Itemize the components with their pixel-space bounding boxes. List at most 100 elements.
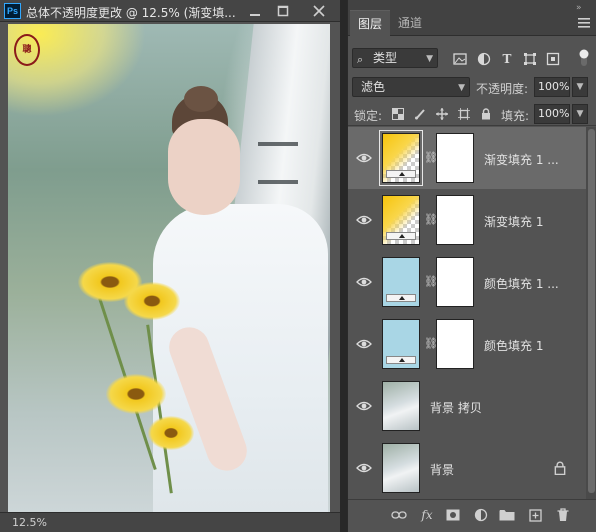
zoom-level[interactable]: 12.5%: [12, 516, 47, 529]
fx-icon[interactable]: fx: [418, 506, 436, 524]
gradient-fill-thumbnail[interactable]: [382, 195, 420, 245]
eye-icon[interactable]: [356, 400, 372, 412]
filter-kind-label: 类型: [373, 51, 398, 65]
blend-mode-row: 滤色 ▼ 不透明度: 100% ▼: [348, 74, 596, 100]
close-button[interactable]: [306, 1, 332, 21]
document-canvas[interactable]: 聰: [8, 24, 330, 512]
fill-slider-button[interactable]: ▼: [572, 104, 588, 124]
layer-filter-row: ⌕ 类型 ▼ T: [348, 44, 596, 72]
layer-name[interactable]: 背景: [430, 461, 454, 478]
opacity-slider-button[interactable]: ▼: [572, 77, 588, 97]
document-statusbar: 12.5%: [0, 512, 340, 532]
layer-mask-thumbnail[interactable]: [436, 319, 474, 369]
eye-icon[interactable]: [356, 152, 372, 164]
maximize-icon: [277, 5, 289, 17]
color-fill-thumbnail[interactable]: [382, 319, 420, 369]
scrollbar-thumb[interactable]: [588, 129, 595, 493]
chain-link-icon[interactable]: ⛓: [424, 213, 438, 227]
chevron-down-icon: ▼: [426, 54, 433, 64]
photo-layer-thumbnail[interactable]: [382, 381, 420, 431]
delete-layer-icon[interactable]: [554, 506, 572, 524]
lock-transparency-icon[interactable]: [390, 106, 406, 122]
tab-layers[interactable]: 图层: [350, 10, 391, 36]
layer-name[interactable]: 颜色填充 1 ...: [484, 275, 559, 292]
fill-type-bar: [386, 170, 416, 178]
fill-type-bar: [386, 294, 416, 302]
eye-icon[interactable]: [356, 462, 372, 474]
minimize-button[interactable]: [242, 1, 268, 21]
new-layer-icon[interactable]: [526, 506, 544, 524]
layers-panel-footer: fx: [348, 499, 596, 532]
layer-row[interactable]: 背景: [348, 437, 586, 500]
eye-icon[interactable]: [356, 276, 372, 288]
lock-all-icon[interactable]: [478, 106, 494, 122]
chain-link-icon[interactable]: ⛓: [424, 275, 438, 289]
opacity-field[interactable]: 100%: [534, 77, 570, 97]
layer-name[interactable]: 颜色填充 1: [484, 337, 543, 354]
eye-icon[interactable]: [356, 338, 372, 350]
layer-name[interactable]: 渐变填充 1 ...: [484, 151, 559, 168]
fill-field[interactable]: 100%: [534, 104, 570, 124]
layer-row[interactable]: ⛓ 渐变填充 1: [348, 189, 586, 252]
blend-mode-value: 滤色: [361, 80, 386, 94]
tab-channels[interactable]: 通道: [390, 10, 430, 36]
close-icon: [313, 5, 325, 17]
layer-mask-thumbnail[interactable]: [436, 195, 474, 245]
image-filter-icon[interactable]: [452, 51, 468, 67]
adjustment-layer-icon[interactable]: [472, 506, 490, 524]
layer-name[interactable]: 渐变填充 1: [484, 213, 543, 230]
photo-subject-hair-bun: [184, 86, 218, 112]
adjustment-filter-icon[interactable]: [476, 51, 492, 67]
photoshop-logo: Ps: [4, 3, 21, 19]
layer-row[interactable]: ⛓ 渐变填充 1 ...: [348, 127, 586, 190]
sunflower: [106, 374, 166, 414]
document-window: Ps 总体不透明度更改 @ 12.5% (渐变填... 聰 12.5%: [0, 0, 340, 532]
maximize-button[interactable]: [270, 1, 296, 21]
layer-mask-thumbnail[interactable]: [436, 257, 474, 307]
filter-kind-select[interactable]: ⌕ 类型 ▼: [352, 48, 438, 68]
layers-panel: » 图层 通道 ⌕ 类型 ▼ T 滤色 ▼ 不透明度: 100% ▼ 锁定: 填…: [347, 0, 596, 532]
fill-type-bar: [386, 232, 416, 240]
lock-position-icon[interactable]: [434, 106, 450, 122]
document-titlebar[interactable]: Ps 总体不透明度更改 @ 12.5% (渐变填...: [0, 0, 340, 22]
lock-label: 锁定:: [354, 109, 383, 123]
layer-mask-thumbnail[interactable]: [436, 133, 474, 183]
fill-label: 填充:: [501, 109, 530, 123]
link-layers-icon[interactable]: [390, 506, 408, 524]
lock-icon[interactable]: [554, 461, 566, 475]
document-title: 总体不透明度更改 @ 12.5% (渐变填...: [26, 6, 236, 20]
smart-object-filter-icon[interactable]: [545, 51, 561, 67]
color-fill-thumbnail[interactable]: [382, 257, 420, 307]
panel-tab-bar: » 图层 通道: [348, 0, 596, 36]
new-group-icon[interactable]: [498, 506, 516, 524]
chain-link-icon[interactable]: ⛓: [424, 337, 438, 351]
type-filter-icon[interactable]: T: [499, 51, 515, 67]
photo-layer-thumbnail[interactable]: [382, 443, 420, 493]
photo-subject-face: [168, 119, 240, 215]
chain-link-icon[interactable]: ⛓: [424, 151, 438, 165]
minimize-icon: [250, 14, 260, 16]
gradient-fill-thumbnail[interactable]: [379, 130, 423, 186]
lock-pixels-icon[interactable]: [412, 106, 428, 122]
sunflower: [124, 282, 180, 320]
lock-row: 锁定: 填充: 100% ▼: [348, 102, 596, 126]
layer-row[interactable]: ⛓ 颜色填充 1 ...: [348, 251, 586, 314]
layers-scrollbar[interactable]: [586, 127, 596, 499]
panel-menu-icon[interactable]: [578, 18, 590, 28]
layer-row[interactable]: ⛓ 颜色填充 1: [348, 313, 586, 376]
shape-filter-icon[interactable]: [522, 51, 538, 67]
opacity-label: 不透明度:: [476, 82, 529, 96]
search-icon: ⌕: [357, 53, 364, 66]
filter-toggle-switch[interactable]: [578, 48, 590, 68]
sunflower: [148, 416, 194, 450]
chevron-down-icon: ▼: [576, 82, 584, 92]
watermark-seal: 聰: [14, 34, 40, 66]
layer-list: ⛓ 渐变填充 1 ... ⛓ 渐变填充 1 ⛓ 颜色填充 1 ... ⛓ 颜色填…: [348, 127, 586, 500]
eye-icon[interactable]: [356, 214, 372, 226]
lock-artboard-icon[interactable]: [456, 106, 472, 122]
layer-row[interactable]: 背景 拷贝: [348, 375, 586, 438]
collapse-panel-icon[interactable]: »: [576, 3, 582, 13]
blend-mode-select[interactable]: 滤色 ▼: [352, 77, 470, 97]
add-mask-icon[interactable]: [444, 506, 462, 524]
layer-name[interactable]: 背景 拷贝: [430, 399, 482, 416]
